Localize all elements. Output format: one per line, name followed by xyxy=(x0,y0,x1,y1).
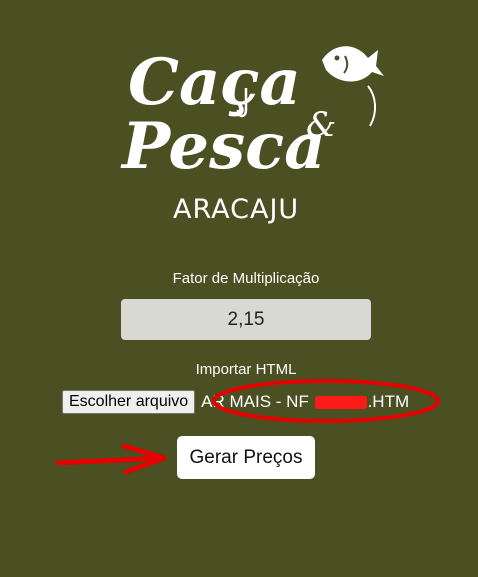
file-input[interactable]: Escolher arquivo AR MAIS - NF .HTM xyxy=(62,390,409,414)
file-name-suffix: .HTM xyxy=(367,392,410,411)
caca-pesca-logo: Caça & Pesca ARACAJU xyxy=(0,0,478,240)
redaction-mark xyxy=(314,396,367,410)
file-name-prefix: AR MAIS - NF xyxy=(201,392,314,411)
factor-input[interactable] xyxy=(121,299,371,340)
logo-city: ARACAJU xyxy=(173,194,299,225)
choose-file-button[interactable]: Escolher arquivo xyxy=(62,390,196,414)
logo-line2: Pesca xyxy=(120,109,326,184)
red-arrow-icon xyxy=(55,443,167,475)
factor-label: Fator de Multiplicação xyxy=(172,270,320,287)
import-label: Importar HTML xyxy=(195,361,297,378)
generate-prices-button[interactable]: Gerar Preços xyxy=(177,436,315,479)
selected-file-name: AR MAIS - NF .HTM xyxy=(201,392,409,412)
